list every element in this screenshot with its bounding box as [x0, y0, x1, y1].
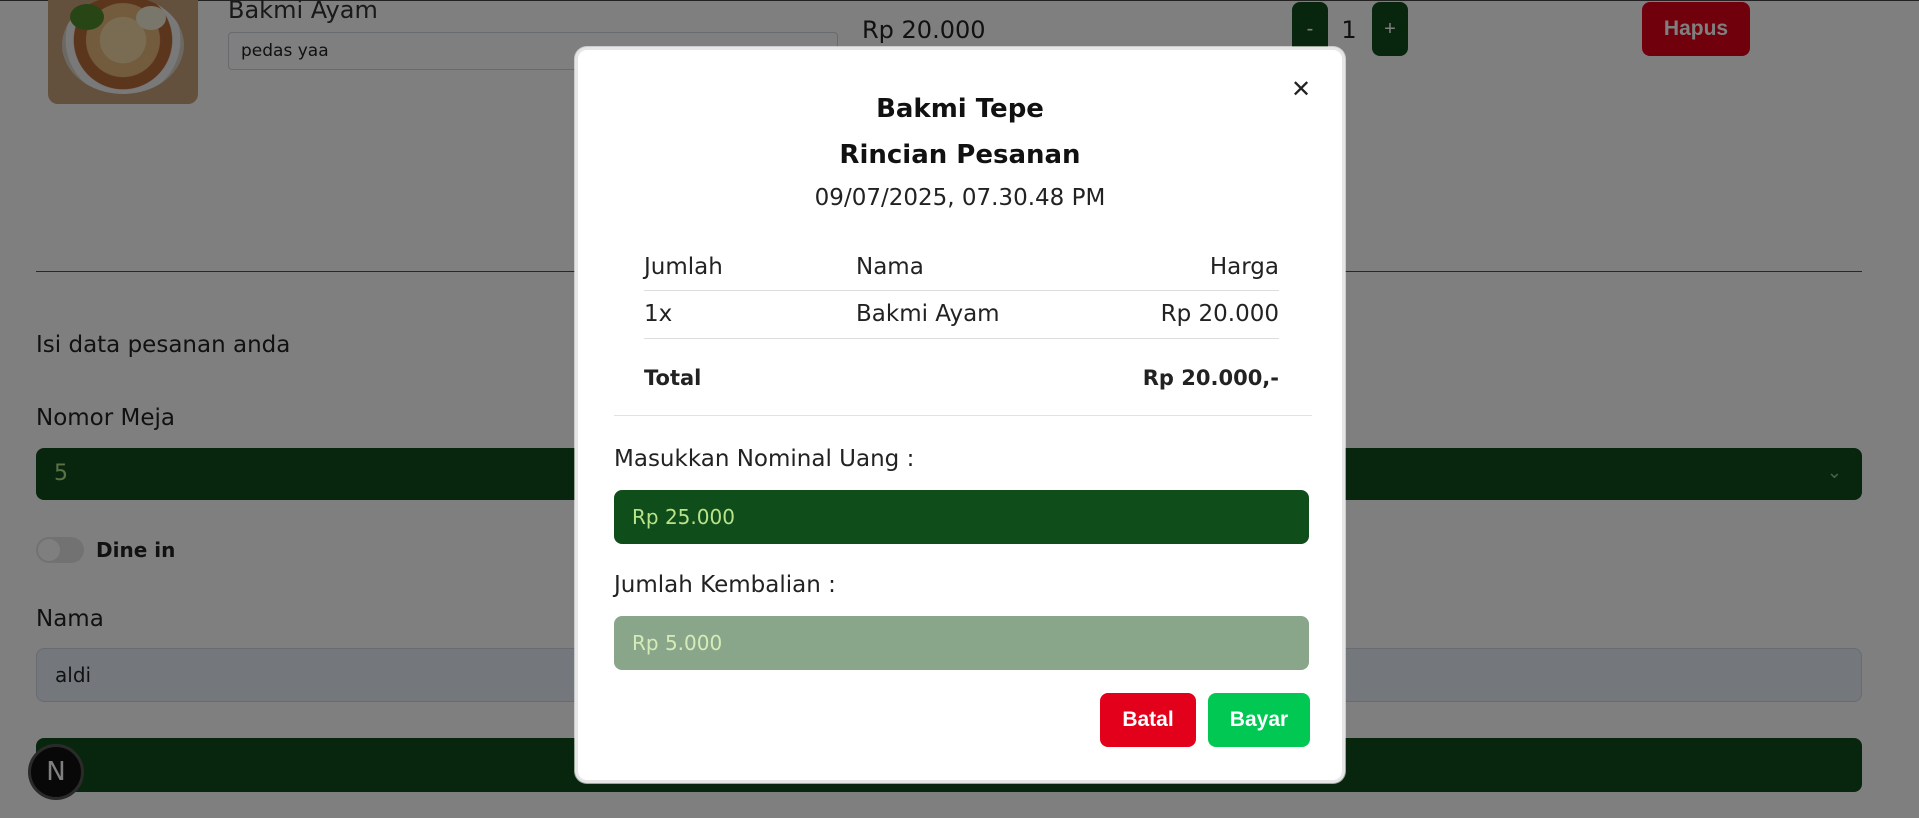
row-name: Bakmi Ayam — [856, 290, 1106, 339]
pay-button[interactable]: Bayar — [1208, 693, 1310, 747]
column-header-name: Nama — [856, 244, 1106, 291]
modal-title: Rincian Pesanan — [839, 140, 1081, 170]
table-header-row: Jumlah Nama Harga — [644, 244, 1279, 291]
change-field: Rp 5.000 — [614, 616, 1309, 670]
column-header-price: Harga — [1106, 244, 1279, 291]
nominal-label: Masukkan Nominal Uang : — [614, 446, 915, 472]
row-qty: 1x — [644, 290, 856, 339]
nominal-input[interactable]: Rp 25.000 — [614, 490, 1309, 544]
order-details-modal: ✕ Bakmi Tepe Rincian Pesanan 09/07/2025,… — [575, 47, 1345, 783]
total-spacer — [856, 338, 1106, 418]
row-price: Rp 20.000 — [1106, 290, 1279, 339]
total-row: Total Rp 20.000,- — [644, 338, 1279, 418]
shop-name: Bakmi Tepe — [876, 94, 1044, 124]
table-row: 1x Bakmi Ayam Rp 20.000 — [644, 290, 1279, 339]
change-label: Jumlah Kembalian : — [614, 572, 836, 598]
modal-divider — [614, 415, 1312, 416]
cancel-button[interactable]: Batal — [1100, 693, 1196, 747]
total-label: Total — [644, 366, 702, 391]
total-value: Rp 20.000,- — [1142, 366, 1279, 391]
order-date: 09/07/2025, 07.30.48 PM — [814, 185, 1106, 211]
column-header-qty: Jumlah — [644, 244, 856, 291]
order-table: Jumlah Nama Harga 1x Bakmi Ayam Rp 20.00… — [644, 244, 1279, 418]
